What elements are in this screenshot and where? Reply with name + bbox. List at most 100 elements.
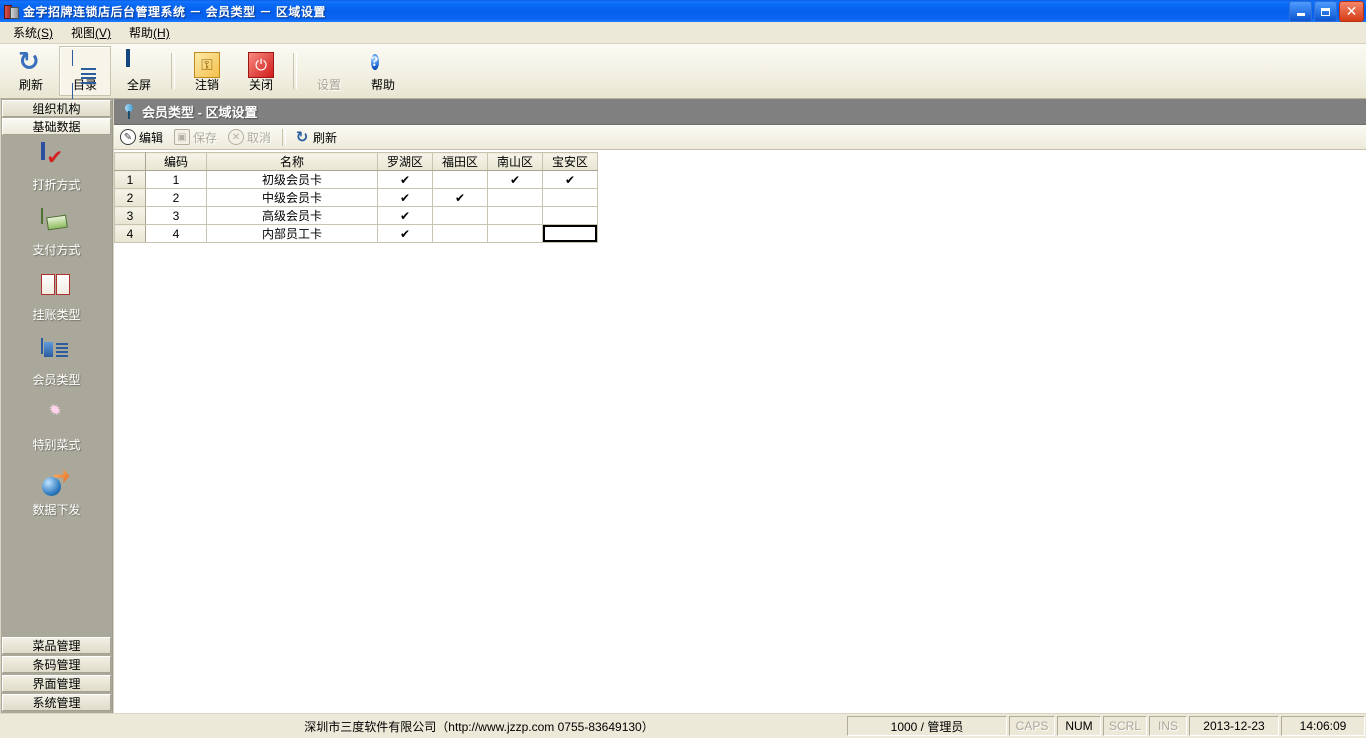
close-button[interactable]: ✕ xyxy=(1339,1,1364,22)
cell-code[interactable]: 4 xyxy=(145,224,207,243)
cell-luohu[interactable]: ✔ xyxy=(377,224,433,243)
sidebar-section-barcode-management[interactable]: 条码管理 xyxy=(2,656,111,673)
row-number[interactable]: 1 xyxy=(114,170,146,189)
status-time: 14:06:09 xyxy=(1281,716,1365,736)
menu-item-system[interactable]: 系统(S) xyxy=(4,22,62,43)
grid-refresh-button[interactable]: ↻ 刷新 xyxy=(294,128,337,146)
sidebar-section-basic-data[interactable]: 基础数据 xyxy=(2,118,111,135)
row-number[interactable]: 2 xyxy=(114,188,146,207)
table-row[interactable]: 3 3 高级会员卡 ✔ xyxy=(114,206,598,225)
column-header-code[interactable]: 编码 xyxy=(145,152,207,171)
edit-button[interactable]: ✎ 编辑 xyxy=(120,129,163,146)
cell-baoan[interactable]: ✔ xyxy=(542,170,598,189)
window-body: 组织机构 基础数据 打折方式 支付方式 挂账类型 会员类型 xyxy=(0,99,1366,713)
toolbar-button-fullscreen[interactable]: 全屏 xyxy=(113,46,165,96)
toolbar-button-logout-label: 注销 xyxy=(194,78,219,92)
table-row[interactable]: 2 2 中级会员卡 ✔ ✔ xyxy=(114,188,598,207)
column-header-baoan[interactable]: 宝安区 xyxy=(542,152,598,171)
sidebar-section-organization[interactable]: 组织机构 xyxy=(2,100,111,117)
sidebar-item-discount-method[interactable]: 打折方式 xyxy=(1,142,112,192)
toolbar-button-exit-label: 关闭 xyxy=(248,78,273,92)
row-number[interactable]: 3 xyxy=(114,206,146,225)
menu-item-system-accel: (S) xyxy=(37,26,54,40)
menu-item-help-accel: (H) xyxy=(153,26,170,40)
grid-area: 编码 名称 罗湖区 福田区 南山区 宝安区 1 1 初级会员卡 ✔ ✔ ✔ 2 … xyxy=(114,150,1366,713)
help-icon xyxy=(370,51,396,77)
row-number[interactable]: 4 xyxy=(114,224,146,243)
sidebar-item-credit-type[interactable]: 挂账类型 xyxy=(1,274,112,322)
window-title: 金字招牌连锁店后台管理系统 － 会员类型 － 区域设置 xyxy=(23,4,326,19)
cell-baoan[interactable] xyxy=(542,206,598,225)
content-header: 会员类型 - 区域设置 xyxy=(114,99,1366,125)
cell-baoan-selected[interactable] xyxy=(542,224,598,243)
cell-name[interactable]: 内部员工卡 xyxy=(206,224,378,243)
toolbar-button-catalog[interactable]: 目录 xyxy=(59,46,111,99)
pencil-icon: ✎ xyxy=(120,129,136,145)
toolbar-button-help-label: 帮助 xyxy=(370,78,395,92)
cell-luohu[interactable]: ✔ xyxy=(377,170,433,189)
toolbar-button-settings-label: 设置 xyxy=(316,78,341,92)
toolbar-button-help[interactable]: 帮助 xyxy=(357,46,409,96)
sidebar-item-credit-type-label: 挂账类型 xyxy=(32,308,81,322)
menu-item-help-label: 帮助 xyxy=(129,26,154,40)
cell-name[interactable]: 初级会员卡 xyxy=(206,170,378,189)
cell-name[interactable]: 高级会员卡 xyxy=(206,206,378,225)
cell-nanshan[interactable] xyxy=(487,224,543,243)
sidebar-section-dish-management[interactable]: 菜品管理 xyxy=(2,637,111,654)
check-mark: ✔ xyxy=(399,226,411,241)
sidebar-item-data-download[interactable]: 数据下发 xyxy=(1,469,112,517)
cell-futian[interactable] xyxy=(432,170,488,189)
toolbar-button-refresh[interactable]: 刷新 xyxy=(5,46,57,96)
navigation-sidebar: 组织机构 基础数据 打折方式 支付方式 挂账类型 会员类型 xyxy=(0,99,113,713)
status-user: 1000 / 管理员 xyxy=(847,716,1007,736)
menu-item-view[interactable]: 视图(V) xyxy=(62,22,120,43)
refresh-icon xyxy=(18,47,44,77)
sidebar-item-special-dish-label: 特别菜式 xyxy=(32,438,81,452)
toolbar-button-refresh-label: 刷新 xyxy=(18,78,43,92)
save-icon: ▣ xyxy=(174,129,191,145)
sidebar-item-member-type[interactable]: 会员类型 xyxy=(1,338,112,387)
region-settings-grid: 编码 名称 罗湖区 福田区 南山区 宝安区 1 1 初级会员卡 ✔ ✔ ✔ 2 … xyxy=(114,152,598,243)
column-header-luohu[interactable]: 罗湖区 xyxy=(377,152,433,171)
sidebar-section-ui-management[interactable]: 界面管理 xyxy=(2,675,111,692)
menu-item-help[interactable]: 帮助(H) xyxy=(120,22,179,43)
check-mark: ✔ xyxy=(454,190,466,205)
globe-icon xyxy=(316,51,342,77)
cell-name[interactable]: 中级会员卡 xyxy=(206,188,378,207)
column-header-name[interactable]: 名称 xyxy=(206,152,378,171)
cell-nanshan[interactable] xyxy=(487,206,543,225)
cancel-button-label: 取消 xyxy=(247,130,272,145)
sidebar-item-list: 打折方式 支付方式 挂账类型 会员类型 特别菜式 xyxy=(1,135,112,635)
cell-baoan[interactable] xyxy=(542,188,598,207)
sidebar-item-payment-method[interactable]: 支付方式 xyxy=(1,208,112,257)
menu-item-view-label: 视图 xyxy=(71,26,96,40)
toolbar-button-exit[interactable]: 关闭 xyxy=(235,46,287,96)
edit-button-label: 编辑 xyxy=(139,130,164,145)
application-icon xyxy=(3,3,19,19)
column-header-futian[interactable]: 福田区 xyxy=(432,152,488,171)
restore-button[interactable] xyxy=(1314,1,1337,22)
minimize-button[interactable] xyxy=(1289,1,1312,22)
status-indicator-num: NUM xyxy=(1057,716,1101,736)
grid-header-row: 编码 名称 罗湖区 福田区 南山区 宝安区 xyxy=(114,152,598,171)
cell-futian[interactable]: ✔ xyxy=(432,188,488,207)
column-header-nanshan[interactable]: 南山区 xyxy=(487,152,543,171)
cancel-button: ✕ 取消 xyxy=(228,129,271,146)
sidebar-section-system-management[interactable]: 系统管理 xyxy=(2,694,111,711)
toolbar-button-logout[interactable]: 注销 xyxy=(181,46,233,96)
table-row[interactable]: 1 1 初级会员卡 ✔ ✔ ✔ xyxy=(114,170,598,189)
grid-corner-header[interactable] xyxy=(114,152,146,171)
cell-luohu[interactable]: ✔ xyxy=(377,188,433,207)
cell-futian[interactable] xyxy=(432,224,488,243)
check-mark: ✔ xyxy=(399,208,411,223)
cell-nanshan[interactable]: ✔ xyxy=(487,170,543,189)
sidebar-item-discount-method-label: 打折方式 xyxy=(32,178,81,192)
cell-code[interactable]: 3 xyxy=(145,206,207,225)
table-row[interactable]: 4 4 内部员工卡 ✔ xyxy=(114,224,598,243)
sidebar-item-special-dish[interactable]: 特别菜式 xyxy=(1,404,112,452)
cell-code[interactable]: 2 xyxy=(145,188,207,207)
cell-code[interactable]: 1 xyxy=(145,170,207,189)
cell-futian[interactable] xyxy=(432,206,488,225)
cell-luohu[interactable]: ✔ xyxy=(377,206,433,225)
cell-nanshan[interactable] xyxy=(487,188,543,207)
